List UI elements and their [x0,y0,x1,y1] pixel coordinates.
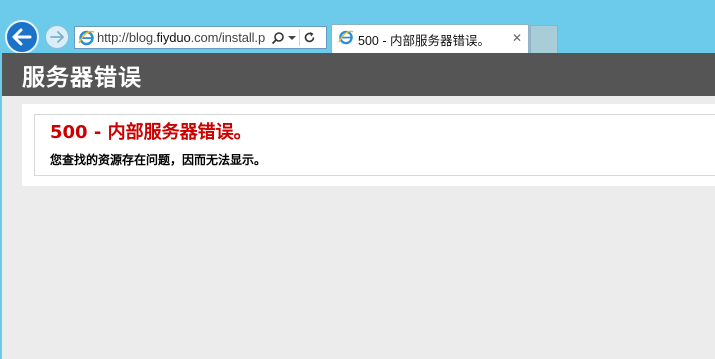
error-description: 您查找的资源存在问题，因而无法显示。 [50,153,267,167]
error-box: 500 - 内部服务器错误。 您查找的资源存在问题，因而无法显示。 [34,114,715,176]
address-separator [299,29,300,46]
browser-tab[interactable]: 500 - 内部服务器错误。 ✕ [331,24,529,53]
back-arrow-icon [12,28,32,46]
back-button[interactable] [5,20,39,54]
new-tab-button[interactable] [530,25,558,53]
ie-logo-icon [75,27,97,48]
tab-ie-logo-icon [338,29,354,49]
page-viewport: 服务器错误 500 - 内部服务器错误。 您查找的资源存在问题，因而无法显示。 [2,53,715,359]
browser-chrome: http://blog.fiyduo.com/install.p 500 - 内… [0,0,715,54]
dropdown-icon[interactable] [288,35,296,41]
forward-arrow-icon [50,31,64,43]
address-url[interactable]: http://blog.fiyduo.com/install.p [97,30,269,45]
address-bar[interactable]: http://blog.fiyduo.com/install.p [74,26,327,49]
search-icon[interactable] [271,31,285,45]
error-title: 500 - 内部服务器错误。 [50,122,252,143]
content-panel: 500 - 内部服务器错误。 您查找的资源存在问题，因而无法显示。 [22,104,715,186]
forward-button[interactable] [45,25,69,49]
refresh-icon[interactable] [303,31,316,44]
page-title: 服务器错误 [22,64,142,91]
close-icon[interactable]: ✕ [510,31,524,45]
tab-title: 500 - 内部服务器错误。 [358,33,490,48]
page-header: 服务器错误 [2,53,715,96]
